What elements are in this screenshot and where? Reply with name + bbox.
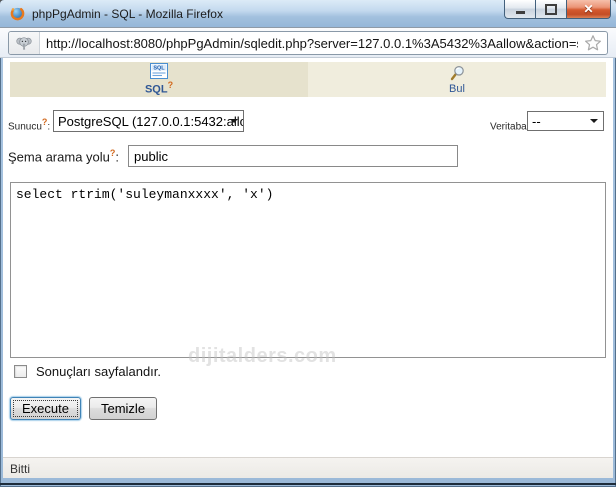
maximize-icon: [545, 3, 557, 15]
tab-sql-label: SQL?: [144, 80, 174, 96]
bookmark-star-icon[interactable]: [584, 34, 602, 52]
paginate-row: Sonuçları sayfalandır.: [14, 364, 161, 379]
window-title: phpPgAdmin - SQL - Mozilla Firefox: [32, 7, 223, 21]
window-bottom-edge: [0, 483, 616, 485]
button-row: Execute Temizle: [10, 397, 158, 420]
maximize-button[interactable]: [535, 0, 566, 19]
tab-bul[interactable]: Bul: [308, 62, 606, 97]
firefox-window: phpPgAdmin - SQL - Mozilla Firefox ✕ htt…: [0, 0, 616, 487]
schema-row: Şema arama yolu?:: [3, 144, 613, 170]
navigation-toolbar: [0, 27, 616, 58]
sql-query-textarea[interactable]: select rtrim('suleymanxxxx', 'x'): [10, 182, 606, 358]
clear-button[interactable]: Temizle: [88, 397, 158, 420]
page-content: SQL SQL? Bul Sunucu?: PostgreSQL (127.0.…: [3, 58, 613, 457]
tab-sql[interactable]: SQL SQL?: [10, 62, 308, 97]
phppgadmin-elephant-icon: [16, 37, 32, 50]
server-database-row: Sunucu?: PostgreSQL (127.0.0.1:5432:allo…: [3, 110, 613, 136]
tab-bar: SQL SQL? Bul: [10, 62, 606, 97]
schema-label: Şema arama yolu?:: [8, 148, 120, 165]
schema-input[interactable]: [128, 145, 458, 167]
database-select[interactable]: --: [527, 111, 604, 131]
window-controls: ✕: [504, 0, 611, 19]
status-text: Bitti: [10, 462, 31, 476]
execute-button[interactable]: Execute: [10, 397, 81, 420]
title-bar[interactable]: phpPgAdmin - SQL - Mozilla Firefox ✕: [0, 0, 616, 27]
sql-help-icon[interactable]: ?: [168, 80, 174, 90]
close-icon: ✕: [583, 2, 594, 16]
status-bar: Bitti: [3, 457, 613, 478]
url-input[interactable]: [40, 33, 584, 53]
sql-document-icon: SQL: [150, 63, 168, 80]
tab-bul-label: Bul: [449, 82, 465, 95]
server-select[interactable]: PostgreSQL (127.0.0.1:5432:allow): [53, 110, 244, 132]
firefox-icon: [10, 6, 25, 21]
chevron-down-icon: [590, 119, 598, 123]
svg-text:SQL: SQL: [153, 66, 165, 72]
magnifier-icon: [450, 65, 464, 80]
server-select-value: PostgreSQL (127.0.0.1:5432:allow): [58, 113, 244, 129]
paginate-checkbox[interactable]: [14, 365, 27, 378]
url-bar[interactable]: [8, 31, 608, 55]
chevron-down-icon: [230, 119, 238, 123]
minimize-button[interactable]: [504, 0, 535, 19]
database-select-value: --: [532, 113, 541, 129]
server-label: Sunucu?:: [8, 117, 51, 133]
site-identity-button[interactable]: [9, 32, 40, 54]
paginate-label: Sonuçları sayfalandır.: [36, 364, 162, 379]
close-button[interactable]: ✕: [566, 0, 611, 19]
minimize-icon: [515, 11, 525, 14]
